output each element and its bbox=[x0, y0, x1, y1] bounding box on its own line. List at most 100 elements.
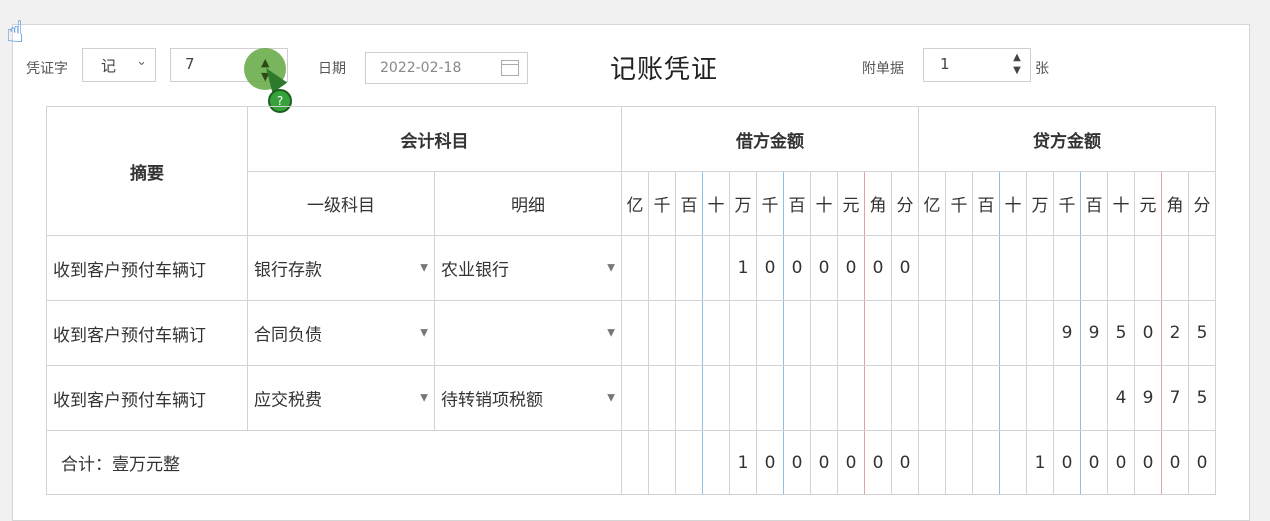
debit-digit-cell[interactable] bbox=[891, 365, 919, 431]
debit-digit-cell[interactable] bbox=[648, 235, 676, 301]
debit-digit-cell[interactable] bbox=[648, 300, 676, 366]
account-select[interactable]: 应交税费 ▼ bbox=[247, 365, 435, 431]
attachments-input[interactable]: 1 ▲ ▼ bbox=[923, 48, 1031, 82]
credit-digit-cell[interactable]: 5 bbox=[1188, 365, 1216, 431]
debit-digit-cell[interactable]: 1 bbox=[729, 235, 757, 301]
credit-digit-cell[interactable] bbox=[1026, 235, 1054, 301]
credit-digit-cell[interactable]: 9 bbox=[1053, 300, 1081, 366]
dropdown-arrow-icon[interactable]: ▼ bbox=[420, 328, 428, 339]
account-value: 银行存款 bbox=[254, 260, 322, 281]
debit-digit-cell[interactable]: 0 bbox=[756, 235, 784, 301]
chevron-down-icon: ⌄ bbox=[136, 54, 147, 69]
credit-digit-cell[interactable] bbox=[1026, 365, 1054, 431]
summary-cell[interactable]: 收到客户预付车辆订 bbox=[46, 365, 248, 431]
date-value: 2022-02-18 bbox=[380, 60, 462, 76]
total-label: 合计：壹万元整 bbox=[46, 430, 622, 495]
credit-digit-cell[interactable] bbox=[1026, 300, 1054, 366]
credit-digit-cell[interactable]: 7 bbox=[1161, 365, 1189, 431]
credit-digit-cell[interactable] bbox=[945, 365, 973, 431]
credit-digit-cell[interactable] bbox=[999, 235, 1027, 301]
debit-digit-cell[interactable] bbox=[729, 300, 757, 366]
debit-digit-cell[interactable]: 0 bbox=[864, 235, 892, 301]
credit-digit-cell[interactable]: 5 bbox=[1188, 300, 1216, 366]
dropdown-arrow-icon[interactable]: ▼ bbox=[607, 328, 615, 339]
voucher-word-select[interactable]: 记 ⌄ bbox=[82, 48, 156, 82]
credit-digit-cell[interactable]: 0 bbox=[1134, 300, 1162, 366]
detail-select[interactable]: ▼ bbox=[434, 300, 622, 366]
summary-cell[interactable]: 收到客户预付车辆订 bbox=[46, 300, 248, 366]
credit-digit-cell[interactable] bbox=[1161, 235, 1189, 301]
calendar-icon[interactable] bbox=[501, 60, 519, 76]
account-select[interactable]: 合同负债 ▼ bbox=[247, 300, 435, 366]
credit-digit-cell[interactable] bbox=[1107, 235, 1135, 301]
dropdown-arrow-icon[interactable]: ▼ bbox=[420, 393, 428, 404]
account-value: 合同负债 bbox=[254, 325, 322, 346]
credit-digit-cell[interactable]: 2 bbox=[1161, 300, 1189, 366]
debit-digit-cell[interactable] bbox=[621, 365, 649, 431]
credit-digit-cell[interactable]: 9 bbox=[1134, 365, 1162, 431]
debit-digit-cell[interactable]: 0 bbox=[783, 235, 811, 301]
debit-digit-cell[interactable] bbox=[648, 365, 676, 431]
credit-digit-cell[interactable] bbox=[918, 300, 946, 366]
summary-cell[interactable]: 收到客户预付车辆订 bbox=[46, 235, 248, 301]
credit-digit-cell[interactable] bbox=[918, 365, 946, 431]
debit-digit-cell[interactable] bbox=[891, 300, 919, 366]
credit-digit-cell[interactable] bbox=[972, 365, 1000, 431]
debit-digit-cell[interactable] bbox=[783, 300, 811, 366]
credit-digit-cell[interactable] bbox=[999, 365, 1027, 431]
debit-digit-cell[interactable] bbox=[837, 300, 865, 366]
credit-digit-cell[interactable] bbox=[1053, 235, 1081, 301]
debit-digit-cell[interactable]: 0 bbox=[810, 235, 838, 301]
credit-digit-cell[interactable] bbox=[1134, 235, 1162, 301]
credit-digit-cell[interactable] bbox=[1080, 365, 1108, 431]
total-debit-digit: 0 bbox=[783, 430, 811, 495]
debit-digit-cell[interactable] bbox=[675, 365, 703, 431]
page-title: 记账凭证 bbox=[610, 55, 719, 85]
credit-digit-cell[interactable] bbox=[999, 300, 1027, 366]
spinner-arrows-icon[interactable]: ▲ ▼ bbox=[1008, 51, 1026, 79]
debit-digit-cell[interactable] bbox=[810, 300, 838, 366]
debit-digit-cell[interactable] bbox=[621, 300, 649, 366]
debit-digit-cell[interactable] bbox=[729, 365, 757, 431]
detail-select[interactable]: 待转销项税额 ▼ bbox=[434, 365, 622, 431]
date-input[interactable]: 2022-02-18 bbox=[365, 52, 528, 84]
credit-digit-cell[interactable] bbox=[918, 235, 946, 301]
credit-digit-cell[interactable] bbox=[1053, 365, 1081, 431]
credit-digit-cell[interactable] bbox=[945, 300, 973, 366]
detail-select[interactable]: 农业银行 ▼ bbox=[434, 235, 622, 301]
debit-digit-cell[interactable] bbox=[675, 235, 703, 301]
debit-digit-cell[interactable] bbox=[837, 365, 865, 431]
dropdown-arrow-icon[interactable]: ▼ bbox=[607, 393, 615, 404]
debit-digit-cell[interactable] bbox=[675, 300, 703, 366]
debit-digit-cell[interactable] bbox=[783, 365, 811, 431]
credit-digit-cell[interactable]: 5 bbox=[1107, 300, 1135, 366]
primary-account-header: 一级科目 bbox=[247, 171, 435, 236]
debit-digit-cell[interactable] bbox=[702, 235, 730, 301]
debit-unit-0: 亿 bbox=[621, 171, 649, 236]
credit-digit-cell[interactable] bbox=[972, 300, 1000, 366]
summary-header: 摘要 bbox=[46, 106, 248, 236]
debit-digit-cell[interactable] bbox=[756, 365, 784, 431]
credit-digit-cell[interactable]: 4 bbox=[1107, 365, 1135, 431]
credit-digit-cell[interactable] bbox=[945, 235, 973, 301]
dropdown-arrow-icon[interactable]: ▼ bbox=[420, 263, 428, 274]
credit-digit-cell[interactable] bbox=[972, 235, 1000, 301]
credit-unit-7: 十 bbox=[1107, 171, 1135, 236]
debit-digit-cell[interactable] bbox=[810, 365, 838, 431]
debit-digit-cell[interactable] bbox=[864, 300, 892, 366]
credit-digit-cell[interactable] bbox=[1188, 235, 1216, 301]
debit-digit-cell[interactable] bbox=[702, 300, 730, 366]
debit-digit-cell[interactable]: 0 bbox=[891, 235, 919, 301]
total-debit-digit: 0 bbox=[837, 430, 865, 495]
credit-digit-cell[interactable]: 9 bbox=[1080, 300, 1108, 366]
total-credit-digit: 1 bbox=[1026, 430, 1054, 495]
debit-digit-cell[interactable] bbox=[756, 300, 784, 366]
dropdown-arrow-icon[interactable]: ▼ bbox=[607, 263, 615, 274]
total-credit-digit bbox=[918, 430, 946, 495]
debit-digit-cell[interactable]: 0 bbox=[837, 235, 865, 301]
credit-digit-cell[interactable] bbox=[1080, 235, 1108, 301]
debit-digit-cell[interactable] bbox=[702, 365, 730, 431]
account-select[interactable]: 银行存款 ▼ bbox=[247, 235, 435, 301]
debit-digit-cell[interactable] bbox=[864, 365, 892, 431]
debit-digit-cell[interactable] bbox=[621, 235, 649, 301]
